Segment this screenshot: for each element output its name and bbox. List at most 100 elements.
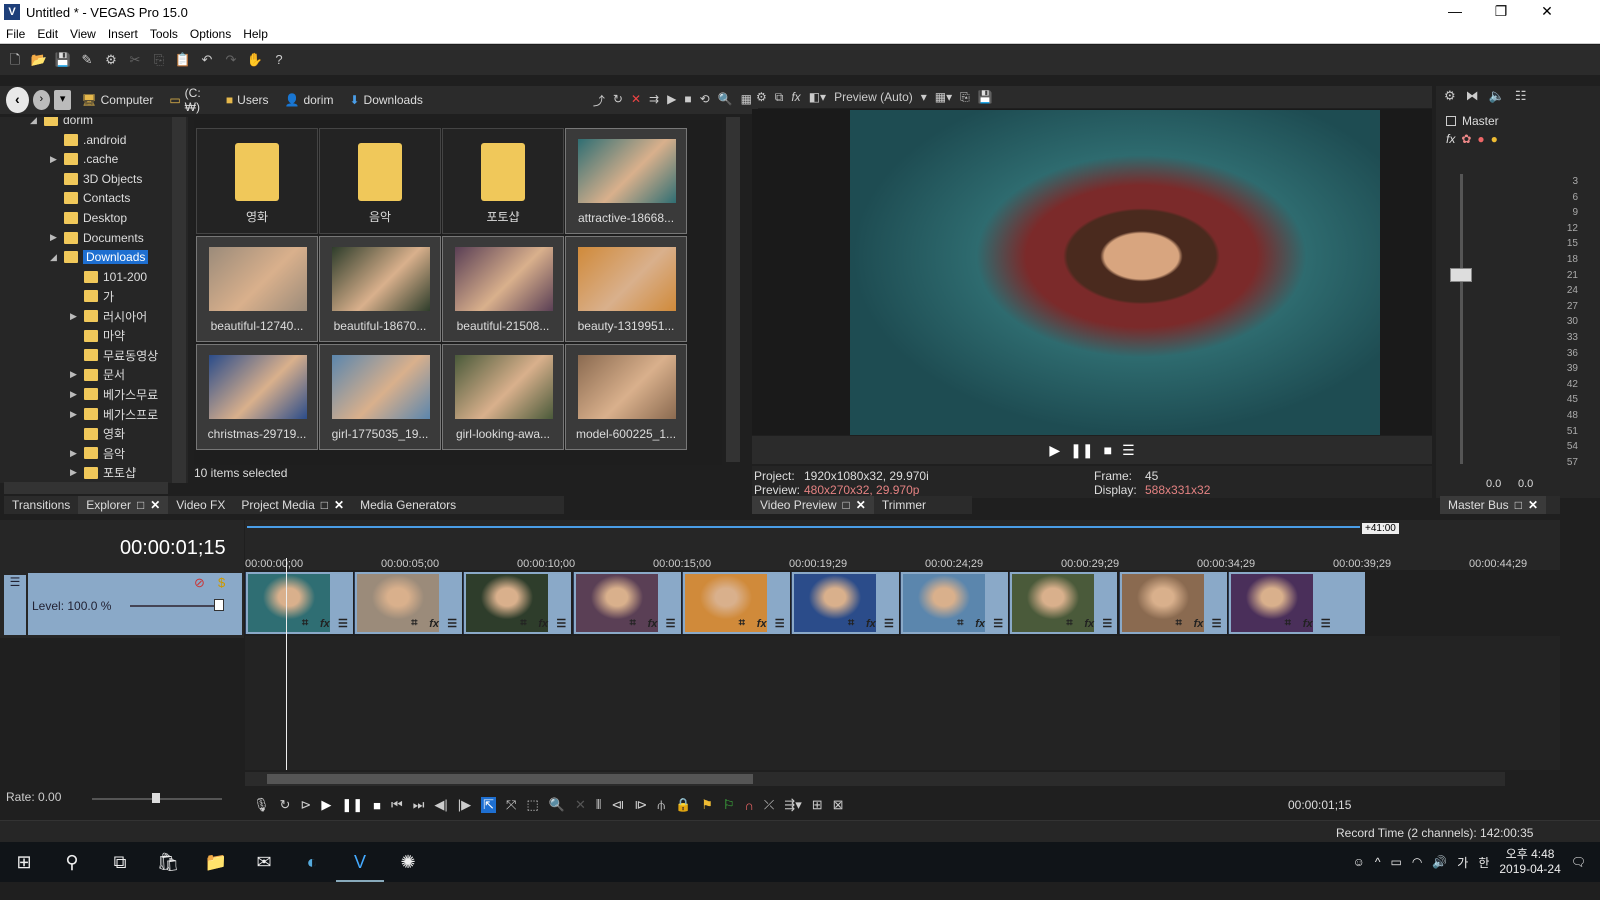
open-folder-icon[interactable]: 📂 [30,51,48,69]
back-button[interactable]: ‹ [6,87,29,113]
tree-scrollbar[interactable] [172,117,186,483]
pan-crop-icon[interactable]: ⌗ [739,617,745,630]
clip-menu-icon[interactable]: ☰ [775,617,785,630]
clip-menu-icon[interactable]: ☰ [993,617,1003,630]
ime-mode[interactable]: 가 [1457,854,1468,871]
rate-slider-handle[interactable] [152,793,160,803]
menu-options[interactable]: Options [184,27,237,41]
tab-media-generators[interactable]: Media Generators [352,496,464,514]
edge-browser-icon[interactable]: ◐ [288,842,336,882]
video-clip[interactable]: ⌗ fx ☰ [1227,572,1365,634]
tree-item[interactable]: ▶ Documents [50,229,144,247]
timeline-scroll-thumb[interactable] [267,774,753,784]
clip-menu-icon[interactable]: ☰ [1212,617,1222,630]
copy-icon[interactable]: ⎘ [150,51,168,69]
tab-video-fx[interactable]: Video FX [168,496,233,514]
video-clip[interactable]: ⌗ fx ☰ [791,572,899,634]
wifi-icon[interactable]: ◠ [1412,855,1422,869]
fx-chain-icon[interactable]: ✿ [1461,132,1471,146]
dock-icon[interactable]: □ [1515,498,1522,512]
ignore-grouping-icon[interactable]: ⊠ [833,797,844,813]
pan-crop-icon[interactable]: ⌗ [1176,617,1182,630]
pause-icon[interactable]: ❚❚ [1070,442,1093,459]
record-icon[interactable]: 🎙 [253,797,270,813]
normal-edit-tool-icon[interactable]: ⇱ [481,797,497,813]
media-item[interactable]: girl-1775035_19... [319,344,441,450]
dock-icon[interactable]: □ [137,498,144,512]
split-icon[interactable]: ⫛ [657,797,665,813]
tree-item[interactable]: ▶ 베가스프로 [70,405,158,423]
fx-icon[interactable]: fx [866,618,876,630]
level-slider[interactable] [130,605,220,607]
loop-region-bar[interactable] [247,526,1360,528]
battery-icon[interactable]: ▭ [1391,855,1402,869]
close-button[interactable]: ✕ [1524,0,1570,24]
play-icon[interactable]: ▶ [667,92,676,109]
recent-dropdown-icon[interactable]: ▾ [54,90,72,110]
search-icon[interactable]: ⚲ [48,842,96,882]
tree-item[interactable]: ◢ dorim [30,117,93,129]
fx-icon[interactable]: fx [1303,618,1313,630]
pan-crop-icon[interactable]: ⌗ [957,617,963,630]
vegas-taskbar-icon[interactable]: V [336,842,384,882]
play-icon[interactable]: ▶ [321,797,331,813]
people-icon[interactable]: ☺ [1353,855,1365,869]
external-monitor-icon[interactable]: ⧉ [775,90,784,105]
gear-icon[interactable]: ⚙ [1444,88,1456,104]
fx-icon[interactable]: fx [1446,132,1455,146]
mixer-icon[interactable]: ☷ [1515,88,1527,104]
tree-item[interactable]: 101-200 [70,268,147,286]
file-explorer-icon[interactable]: 📁 [192,842,240,882]
fx-icon[interactable]: fx [975,618,985,630]
playhead-cursor[interactable] [286,558,287,770]
solo-icon[interactable]: ● [1491,132,1498,146]
tree-item[interactable]: ▶ .cache [50,150,118,168]
fx-icon[interactable]: fx [1194,618,1204,630]
menu-edit[interactable]: Edit [31,27,64,41]
tree-item[interactable]: ▶ 베가스무료 [70,385,158,403]
menu-help[interactable]: Help [237,27,274,41]
tree-item[interactable]: ▶ 러시아어 [70,307,147,325]
marker-icon[interactable]: ⚑ [701,797,713,813]
pause-icon[interactable]: ❚❚ [341,797,363,813]
pan-crop-icon[interactable]: ⌗ [1066,617,1072,630]
timeline-hscrollbar[interactable] [245,772,1505,786]
video-clip[interactable]: ⌗ fx ☰ [463,572,572,634]
clock[interactable]: 오후 4:48 2019-04-24 [1499,847,1560,877]
expand-arrow-icon[interactable]: ▶ [70,409,84,420]
tab-transitions[interactable]: Transitions [4,496,78,514]
undo-icon[interactable]: ↶ [198,51,216,69]
media-item[interactable]: model-600225_1... [565,344,687,450]
tab-trimmer[interactable]: Trimmer [874,496,934,514]
close-icon[interactable]: ✕ [856,498,866,512]
selection-tool-icon[interactable]: ⬚ [526,797,538,813]
menu-insert[interactable]: Insert [102,27,144,41]
tree-item[interactable]: ◢ Downloads [50,248,149,266]
gear-icon[interactable]: ⚙ [756,90,767,104]
tree-item[interactable]: 3D Objects [50,170,142,188]
save-snapshot-icon[interactable]: 💾 [978,90,993,104]
clip-menu-icon[interactable]: ☰ [447,617,457,630]
play-from-start-icon[interactable]: ⊳ [300,797,311,813]
media-item[interactable]: beautiful-12740... [196,236,318,342]
task-view-icon[interactable]: ⧉ [96,842,144,882]
fx-icon[interactable]: fx [538,618,548,630]
menu-icon[interactable]: ☰ [1122,442,1135,459]
new-file-icon[interactable]: 🗋 [6,51,24,69]
auto-crossfade-icon[interactable]: ⤫ [764,797,774,813]
expand-arrow-icon[interactable]: ▶ [70,448,84,459]
media-item[interactable]: attractive-18668... [565,128,687,234]
copy-snapshot-icon[interactable]: ⎘ [960,90,970,105]
chevron-up-icon[interactable]: ^ [1375,855,1381,869]
delete-icon[interactable]: ✕ [575,797,586,813]
tab-master-bus[interactable]: Master Bus □ ✕ [1440,496,1546,514]
tree-item[interactable]: Desktop [50,209,127,227]
tree-item[interactable]: .android [50,131,126,149]
mute-icon[interactable]: ● [1477,132,1484,146]
video-clip[interactable]: ⌗ fx ☰ [245,572,353,634]
tree-hscrollbar[interactable] [4,482,168,494]
tab-explorer[interactable]: Explorer □ ✕ [78,496,169,514]
windows-start-icon[interactable]: ⊞ [0,842,48,882]
fx-icon[interactable]: fx [320,618,330,630]
clip-menu-icon[interactable]: ☰ [1321,617,1331,630]
